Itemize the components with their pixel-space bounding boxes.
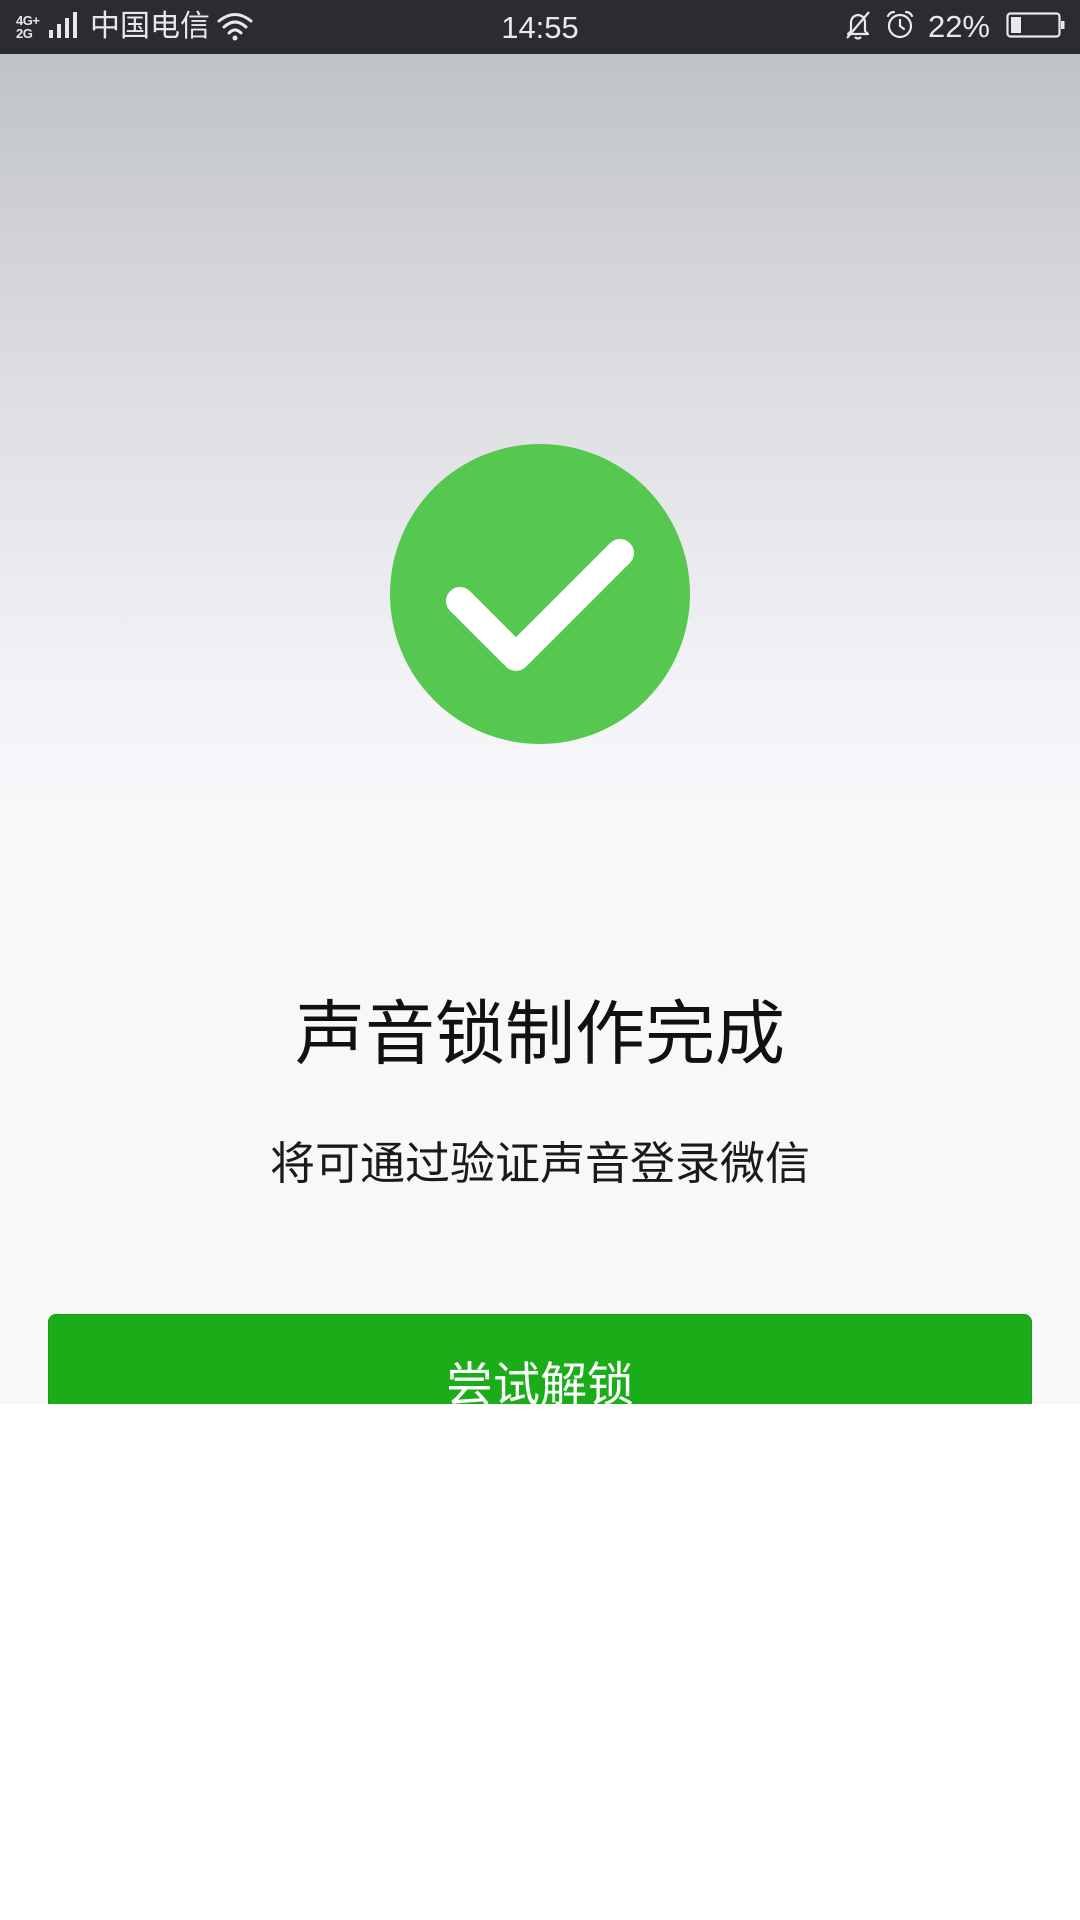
status-bar: 4G+ 2G 中国电信 14:55 22% <box>0 0 1080 54</box>
status-bar-right: 22% <box>842 0 1066 54</box>
page-subtitle: 将可通过验证声音登录微信 <box>269 1137 810 1190</box>
battery-icon <box>1006 11 1066 43</box>
alarm-icon <box>884 9 916 45</box>
battery-percent: 22% <box>927 9 990 44</box>
check-circle-icon <box>390 444 690 744</box>
bottom-blank-area <box>0 1404 1080 1920</box>
page-title: 声音锁制作完成 <box>295 993 785 1075</box>
main-content: 声音锁制作完成 将可通过验证声音登录微信 尝试解锁 <box>0 54 1080 1458</box>
bell-muted-icon <box>842 9 874 45</box>
